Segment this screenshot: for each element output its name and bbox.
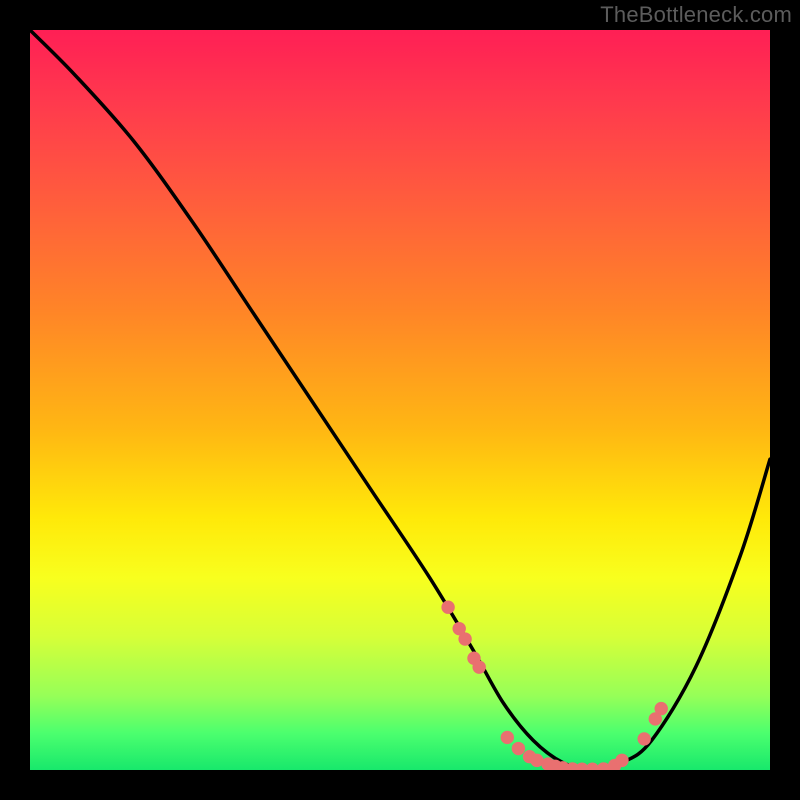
data-point bbox=[616, 754, 628, 766]
data-points-group bbox=[442, 601, 668, 770]
data-point bbox=[655, 702, 667, 714]
bottleneck-curve bbox=[30, 30, 770, 770]
data-point bbox=[459, 633, 471, 645]
data-point bbox=[501, 731, 513, 743]
data-point bbox=[473, 661, 485, 673]
plot-area bbox=[30, 30, 770, 770]
data-point bbox=[442, 601, 454, 613]
watermark-text: TheBottleneck.com bbox=[600, 2, 792, 28]
data-point bbox=[512, 742, 524, 754]
data-point bbox=[531, 754, 543, 766]
data-point bbox=[597, 763, 609, 770]
chart-svg bbox=[30, 30, 770, 770]
chart-container: TheBottleneck.com bbox=[0, 0, 800, 800]
data-point bbox=[586, 763, 598, 770]
data-point bbox=[638, 733, 650, 745]
